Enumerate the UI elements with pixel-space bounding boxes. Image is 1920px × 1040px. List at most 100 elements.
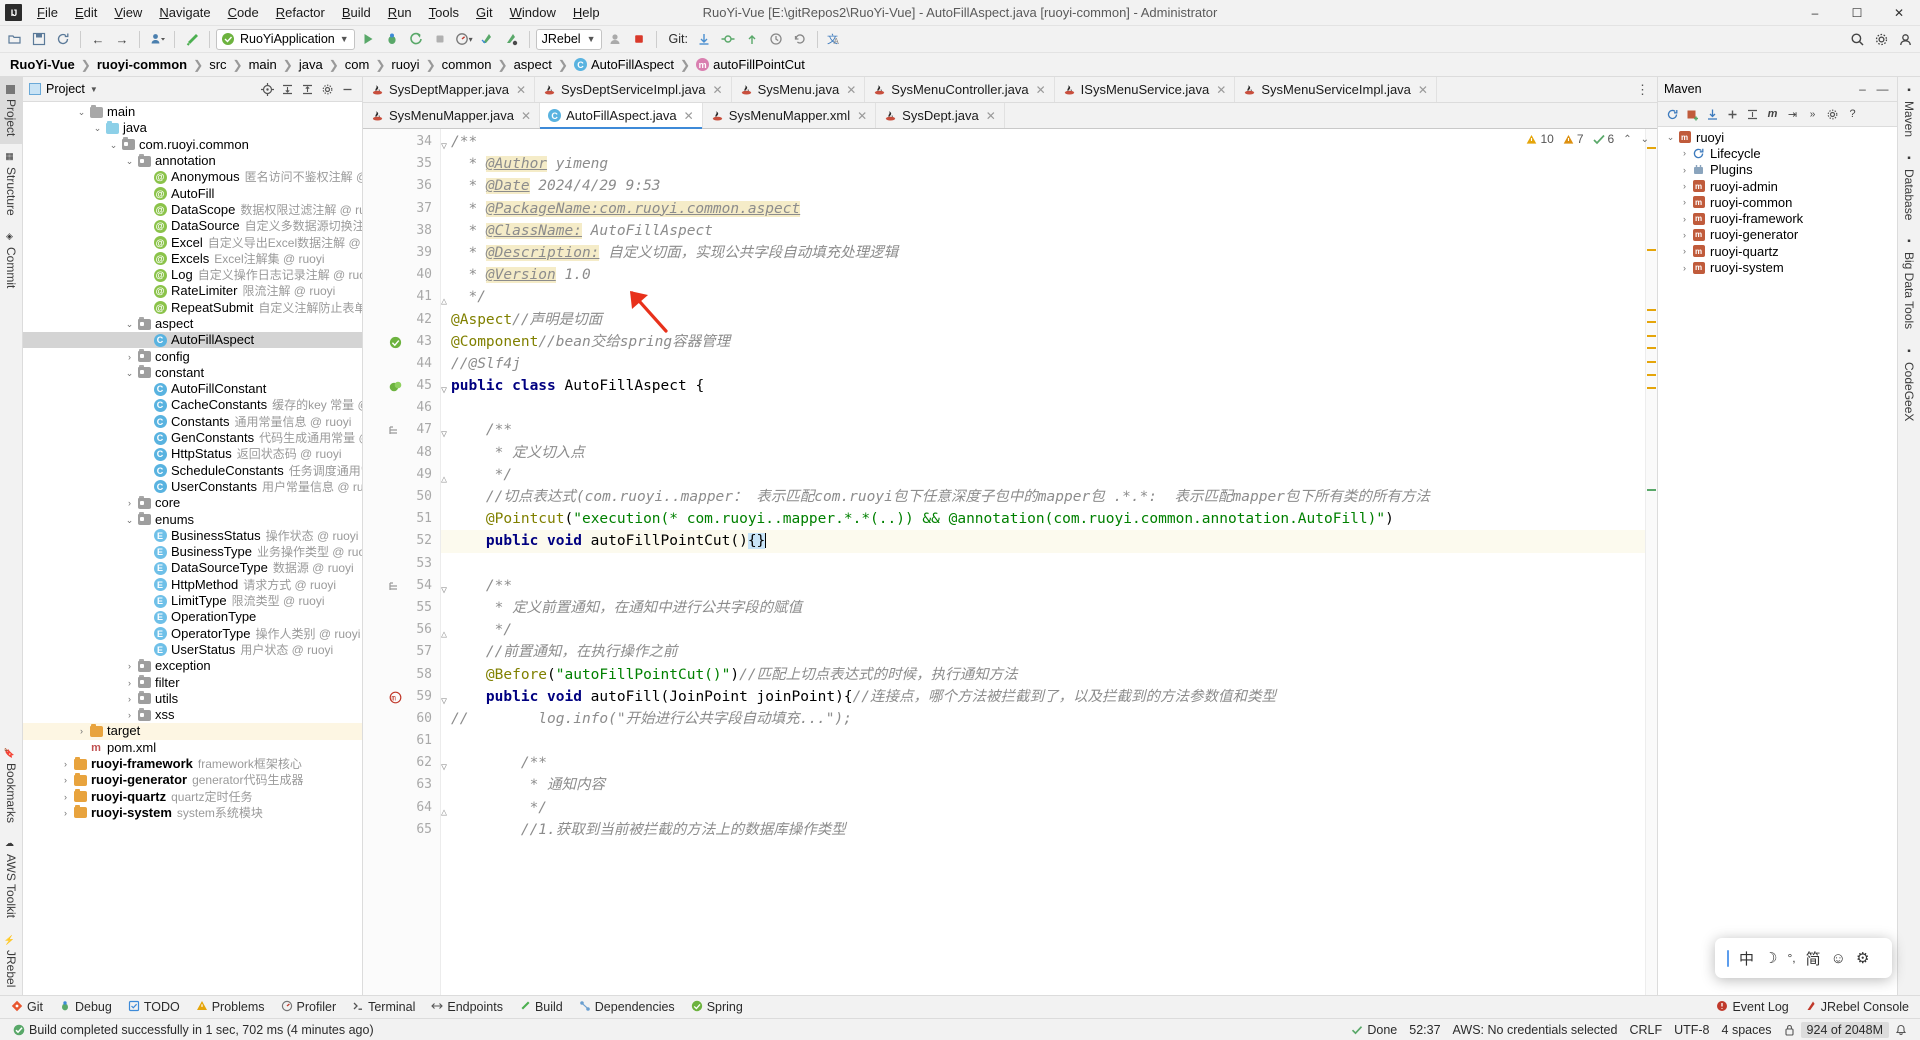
gutter-line-43[interactable]: 43 [363,331,440,353]
breadcrumb-item-ruoyi[interactable]: ruoyi [387,56,423,73]
commit-icon[interactable] [717,28,739,50]
editor-tabs-overflow-icon[interactable]: ⋮ [1628,77,1657,102]
breadcrumb-item-com[interactable]: com [341,56,374,73]
menu-item-run[interactable]: Run [380,2,420,23]
chevron-right-icon[interactable]: › [1678,230,1691,240]
rail-item-structure[interactable]: ▦ Structure [0,144,22,224]
close-tab-icon[interactable]: ✕ [1418,83,1428,97]
menu-item-tools[interactable]: Tools [421,2,467,23]
ime-simplified-label[interactable]: 简 [1806,948,1821,969]
update-project-icon[interactable] [693,28,715,50]
tree-node-ruoyi-system[interactable]: › ruoyi-system system系统模块 [23,805,362,821]
tree-node-com-ruoyi-common[interactable]: ⌄ com.ruoyi.common [23,137,362,153]
back-arrow-icon[interactable]: ← [87,28,109,50]
tree-node-autofillconstant[interactable]: C AutoFillConstant [23,381,362,397]
rail-item-bookmarks[interactable]: 🔖 Bookmarks [0,739,22,831]
line-separator[interactable]: CRLF [1623,1023,1668,1037]
chevron-right-icon[interactable]: › [1678,214,1691,224]
gutter-line-46[interactable]: 46 [363,397,440,419]
maven-node-ruoyi-admin[interactable]: › m ruoyi-admin [1658,178,1897,194]
error-count[interactable]: 7 [1563,132,1584,146]
settings-icon[interactable] [319,81,336,98]
breadcrumb-item-common[interactable]: common [438,56,496,73]
tool-window-debug[interactable]: Debug [52,998,119,1017]
run-maven-build-icon[interactable]: m [1764,106,1781,123]
run-coverage-icon[interactable] [405,28,427,50]
tree-node-config[interactable]: › config [23,348,362,364]
tool-window-spring[interactable]: Spring [684,998,750,1017]
tool-window-event-log[interactable]: Event Log [1709,998,1795,1017]
checks-count[interactable]: 6 [1592,132,1614,146]
close-tab-icon[interactable]: ✕ [521,109,531,123]
chevron-right-icon[interactable]: › [59,805,72,821]
history-icon[interactable] [765,28,787,50]
breadcrumb-item-autofillpointcut[interactable]: m autoFillPointCut [692,56,809,73]
close-tab-icon[interactable]: ✕ [684,109,694,123]
tree-node-main[interactable]: ⌄ main [23,104,362,120]
gutter-line-38[interactable]: 38 [363,220,440,242]
chevron-right-icon[interactable]: › [123,675,136,691]
tree-node-httpmethod[interactable]: E HttpMethod 请求方式 @ ruoyi [23,577,362,593]
memory-indicator[interactable]: 924 of 2048M [1800,1021,1889,1038]
tree-node-userconstants[interactable]: C UserConstants 用户常量信息 @ ruoyi [23,479,362,495]
chevron-down-icon[interactable]: ⌄ [123,153,136,169]
build-status[interactable]: Build completed successfully in 1 sec, 7… [7,1023,380,1037]
aws-credentials[interactable]: AWS: No credentials selected [1447,1023,1624,1037]
breadcrumb-item-src[interactable]: src [205,56,230,73]
tree-node-excel[interactable]: @ Excel 自定义导出Excel数据注解 @ ruoyi [23,234,362,250]
tree-node-annotation[interactable]: ⌄ annotation [23,153,362,169]
tree-node-ruoyi-quartz[interactable]: › ruoyi-quartz quartz定时任务 [23,788,362,804]
code-line-44[interactable]: //@Slf4j [441,353,1657,375]
tree-node-aspect[interactable]: ⌄ aspect [23,316,362,332]
settings-gear-icon[interactable] [1870,28,1892,50]
rail-item-project[interactable]: Project [0,77,22,145]
code-line-61[interactable] [441,730,1657,752]
gutter-line-54[interactable]: ▽ 54 [363,575,447,597]
code-line-45[interactable]: public class AutoFillAspect { [441,375,1657,397]
editor-tab-sysmenumapper-java[interactable]: SysMenuMapper.java ✕ [363,103,541,128]
menu-item-navigate[interactable]: Navigate [151,2,218,23]
close-tab-icon[interactable]: ✕ [986,109,996,123]
editor-tab-sysmenu-java[interactable]: SysMenu.java ✕ [731,77,866,102]
tree-node-datasourcetype[interactable]: E DataSourceType 数据源 @ ruoyi [23,560,362,576]
code-line-37[interactable]: * @PackageName:com.ruoyi.common.aspect [441,198,1657,220]
hide-panel-icon[interactable] [339,81,356,98]
chevron-right-icon[interactable]: › [75,723,88,739]
tool-window-profiler[interactable]: Profiler [274,998,344,1017]
editor-tab-isysmenuservice-java[interactable]: ISysMenuService.java ✕ [1054,77,1236,102]
chevron-down-icon[interactable]: ▼ [340,34,349,44]
gutter-line-59[interactable]: m ▽ 59 [363,686,447,708]
chevron-right-icon[interactable]: › [59,772,72,788]
tool-window-todo[interactable]: TODO [121,998,187,1017]
tool-window-build[interactable]: Build [512,998,570,1017]
editor-tab-sysdeptmapper-java[interactable]: SysDeptMapper.java ✕ [363,77,536,102]
maven-node-plugins[interactable]: › Plugins [1658,162,1897,178]
editor-tab-sysdept-java[interactable]: SysDept.java ✕ [876,103,1005,128]
menu-item-git[interactable]: Git [468,2,501,23]
maven-node-ruoyi[interactable]: ⌄ m ruoyi [1658,129,1897,145]
code-line-59[interactable]: public void autoFill(JoinPoint joinPoint… [441,686,1657,708]
gutter-line-36[interactable]: 36 [363,175,440,197]
gutter-line-57[interactable]: 57 [363,641,440,663]
code-line-41[interactable]: */ [441,286,1657,308]
profile-icon[interactable] [146,28,168,50]
expand-all-icon[interactable] [279,81,296,98]
run-icon[interactable] [357,28,379,50]
chevron-right-icon[interactable]: › [1678,197,1691,207]
code-line-34[interactable]: /** [441,131,1657,153]
chevron-right-icon[interactable]: › [1678,165,1691,175]
chevron-down-icon[interactable]: ⌄ [123,316,136,332]
account-icon[interactable] [1894,28,1916,50]
jrebel-debug-icon[interactable] [501,28,523,50]
code-line-60[interactable]: // log.info("开始进行公共字段自动填充..."); [441,708,1657,730]
code-line-43[interactable]: @Component//bean交给spring容器管理 [441,331,1657,353]
gutter-line-49[interactable]: △ 49 [363,464,447,486]
help-icon[interactable]: ? [1844,106,1861,123]
gutter-line-34[interactable]: ▽ 34 [363,131,447,153]
moon-icon[interactable]: ☽ [1764,949,1777,967]
tree-node-operationtype[interactable]: E OperationType [23,609,362,625]
gutter-line-53[interactable]: 53 [363,553,440,575]
rail-item-aws-toolkit[interactable]: ☁ AWS Toolkit [0,831,22,926]
gutter-line-64[interactable]: △ 64 [363,797,447,819]
project-panel-title-group[interactable]: Project ▼ [29,82,98,96]
